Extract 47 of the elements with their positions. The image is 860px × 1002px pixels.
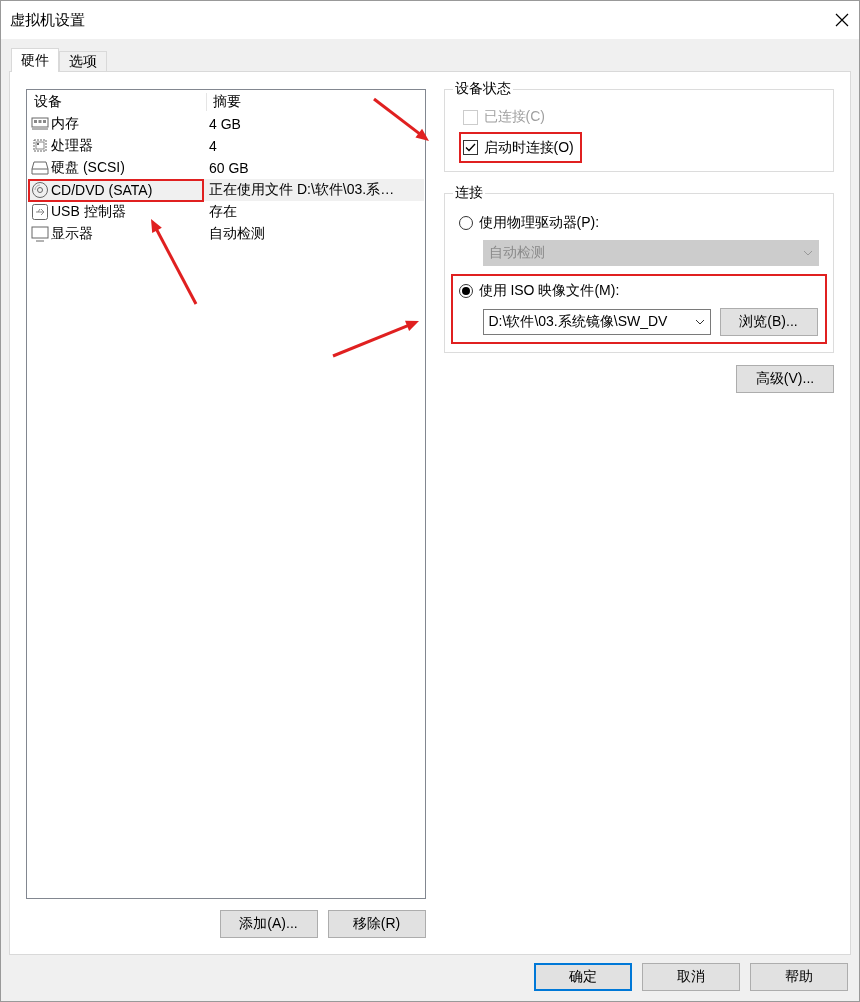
device-row[interactable]: CD/DVD (SATA) 正在使用文件 D:\软件\03.系…	[28, 179, 424, 201]
device-name: 硬盘 (SCSI)	[51, 159, 125, 177]
radio-label[interactable]: 使用 ISO 映像文件(M):	[478, 282, 620, 300]
device-summary: 自动检测	[208, 225, 265, 243]
checkbox[interactable]	[462, 140, 478, 155]
column-header[interactable]: 摘要	[207, 93, 241, 111]
cd-icon	[31, 181, 49, 199]
display-icon	[31, 225, 49, 243]
group-title: 设备状态	[453, 80, 512, 98]
dialog-button[interactable]: 帮助	[750, 963, 848, 991]
usb-icon	[31, 203, 49, 221]
tab[interactable]: 硬件	[11, 48, 59, 72]
device-name: CD/DVD (SATA)	[51, 182, 153, 198]
column-header[interactable]: 设备	[28, 93, 207, 111]
cpu-icon	[31, 137, 49, 155]
list-button[interactable]: 移除(R)	[327, 910, 426, 938]
device-row[interactable]: 显示器 自动检测	[28, 223, 424, 245]
list-button[interactable]: 添加(A)...	[219, 910, 318, 938]
checkbox-label[interactable]: 启动时连接(O)	[483, 138, 574, 157]
annotation-arrow	[373, 97, 429, 141]
advanced-button[interactable]: 高级(V)...	[736, 365, 834, 393]
device-name: 内存	[51, 115, 79, 133]
device-summary: 存在	[208, 203, 237, 221]
browse-button[interactable]: 浏览(B)...	[719, 308, 818, 336]
device-summary: 60 GB	[208, 160, 249, 176]
device-name: 显示器	[51, 225, 93, 243]
device-row[interactable]: 内存 4 GB	[28, 113, 424, 135]
radio-button[interactable]	[458, 216, 473, 230]
memory-icon	[31, 115, 49, 133]
dialog-button[interactable]: 确定	[534, 963, 632, 991]
device-summary: 4	[208, 138, 217, 154]
device-name: USB 控制器	[51, 203, 126, 221]
device-summary: 4 GB	[208, 116, 241, 132]
caret-icon[interactable]	[694, 319, 705, 325]
device-row[interactable]: 处理器 4	[28, 135, 424, 157]
close-icon[interactable]	[835, 13, 849, 27]
window-title: 虚拟机设置	[10, 10, 85, 30]
device-name: 处理器	[51, 137, 93, 155]
tab[interactable]: 选项	[59, 51, 107, 71]
device-summary: 正在使用文件 D:\软件\03.系…	[208, 181, 395, 199]
radio-button[interactable]	[458, 284, 473, 298]
device-row[interactable]: 硬盘 (SCSI) 60 GB	[28, 157, 424, 179]
dropdown[interactable]: D:\软件\03.系统镜像\SW_DV	[482, 309, 711, 335]
radio-label[interactable]: 使用物理驱动器(P):	[478, 214, 600, 232]
dialog-button[interactable]: 取消	[642, 963, 740, 991]
group-title: 连接	[453, 184, 484, 202]
device-row[interactable]: USB 控制器 存在	[28, 201, 424, 223]
